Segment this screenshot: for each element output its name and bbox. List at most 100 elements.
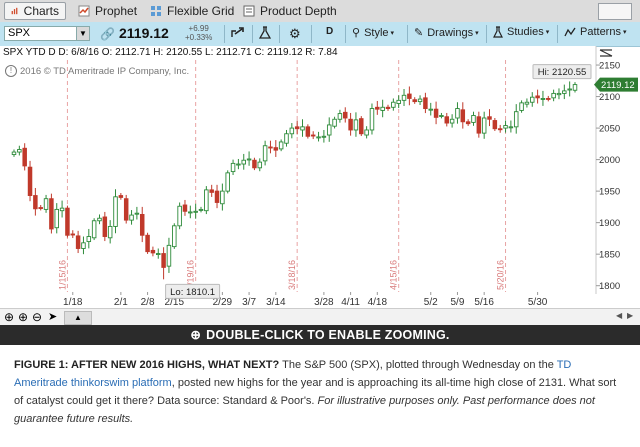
patterns-menu[interactable]: Patterns ▾ — [564, 26, 626, 38]
tab-charts[interactable]: Charts — [4, 2, 66, 20]
zoom-in-icon[interactable]: ⊕ — [18, 310, 28, 324]
toolbar-divider — [311, 25, 312, 43]
net-change: +6.99 — [188, 24, 209, 33]
candle-up — [204, 189, 209, 212]
last-price: 2119.12 — [119, 25, 169, 41]
price-axis-scale-icon[interactable] — [599, 49, 613, 57]
candle-down — [423, 97, 428, 109]
style-label: Style — [364, 26, 389, 39]
caption-text-1: The S&P 500 (SPX), plotted through Wedne… — [279, 359, 557, 371]
tab-label: Product Depth — [260, 4, 337, 18]
candle-down — [102, 216, 108, 237]
candle-down — [209, 189, 214, 193]
candle-up — [113, 196, 118, 227]
studies-flask-icon — [493, 26, 503, 38]
candle-up — [129, 214, 134, 221]
candle-down — [294, 126, 300, 130]
layout-dropdown[interactable] — [598, 3, 632, 20]
event-date-label: 4/15/16 — [389, 260, 399, 290]
low-label-text: Lo: 1810.1 — [170, 287, 215, 298]
candle-down — [412, 99, 417, 103]
flask-button[interactable] — [259, 26, 271, 39]
candle-up — [380, 106, 385, 111]
candle-down — [465, 121, 471, 125]
candle-down — [182, 204, 188, 212]
settings-button[interactable]: ⚙ — [289, 26, 301, 42]
candle-up — [508, 126, 514, 129]
candle-down — [407, 93, 412, 99]
depth-icon — [243, 5, 255, 17]
candle-up — [540, 98, 546, 100]
price-chart[interactable]: 1/15/16 2/19/16 3/18/16 4/15/16 5/20/16 1800… — [0, 46, 640, 308]
candle-up — [284, 133, 289, 144]
link-icon[interactable]: 🔗 — [100, 27, 115, 41]
zoom-hint-text: DOUBLE-CLICK TO ENABLE ZOOMING. — [206, 328, 450, 342]
style-menu[interactable]: ⚲ Style ▾ — [352, 26, 395, 40]
collapse-button[interactable]: ▲ — [64, 311, 92, 325]
chevron-down-icon: ▾ — [390, 29, 395, 37]
scroll-right-icon[interactable]: ▶ — [627, 311, 633, 320]
toolbar-divider — [557, 25, 558, 43]
drawings-menu[interactable]: ✎ Drawings ▾ — [414, 26, 479, 40]
candle-up — [257, 161, 263, 169]
candle-up — [43, 198, 49, 210]
candle-up — [225, 172, 230, 192]
candle-up — [396, 99, 401, 104]
x-tick-label: 5/2 — [424, 297, 438, 308]
candle-down — [27, 166, 33, 196]
share-icon — [231, 27, 244, 37]
candle-up — [172, 225, 177, 248]
toolbar-divider — [486, 25, 487, 43]
candle-up — [513, 111, 519, 128]
candle-down — [348, 118, 353, 131]
chart-area[interactable]: 1/15/16 2/19/16 3/18/16 4/15/16 5/20/16 1800… — [0, 46, 640, 308]
candle-up — [54, 208, 59, 229]
y-tick-label: 1850 — [599, 250, 620, 261]
candle-down — [476, 116, 482, 134]
candle-up — [166, 244, 172, 267]
candle-down — [433, 108, 439, 118]
candle-down — [252, 159, 257, 169]
price-change: +6.99 +0.33% — [185, 24, 212, 42]
tab-product-depth[interactable]: Product Depth — [237, 2, 343, 20]
pan-icon[interactable]: ⊕ — [4, 310, 14, 324]
last-price-tag-text: 2119.12 — [601, 80, 635, 91]
candle-down — [273, 147, 279, 151]
tab-prophet[interactable]: Prophet — [72, 2, 143, 20]
period-button[interactable]: D — [326, 26, 333, 37]
copyright-notice: ! 2016 © TD Ameritrade IP Company, Inc. — [5, 65, 189, 77]
studies-menu[interactable]: Studies ▾ — [493, 26, 549, 38]
candle-down — [214, 190, 220, 203]
flask-icon — [259, 26, 271, 39]
candle-up — [353, 119, 359, 131]
symbol-dropdown-button[interactable]: ▼ — [76, 26, 90, 41]
candle-up — [551, 92, 556, 99]
candle-down — [118, 195, 124, 198]
candle-up — [321, 135, 327, 138]
share-button[interactable] — [231, 26, 245, 38]
zoom-magnifier-icon: ⊕ — [190, 328, 202, 342]
style-icon: ⚲ — [352, 27, 361, 39]
x-tick-label: 2/8 — [141, 297, 155, 308]
candle-up — [471, 115, 476, 123]
tab-flexible-grid[interactable]: Flexible Grid — [144, 2, 240, 20]
x-tick-label: 5/9 — [451, 297, 465, 308]
candle-down — [33, 195, 38, 210]
scroll-left-icon[interactable]: ◀ — [616, 311, 622, 320]
high-label: Hi: 2120.55 — [532, 64, 592, 80]
copyright-text: 2016 © TD Ameritrade IP Company, Inc. — [20, 65, 190, 77]
zoom-out-icon[interactable]: ⊖ — [32, 310, 42, 324]
candle-up — [326, 124, 332, 136]
grid-icon — [151, 6, 161, 16]
candle-up — [262, 145, 268, 162]
candle-down — [497, 128, 503, 131]
candle-up — [198, 208, 204, 211]
toolbar-divider — [407, 25, 408, 43]
x-tick-label: 3/7 — [242, 297, 256, 308]
candle-up — [449, 118, 455, 124]
candle-up — [246, 158, 252, 161]
candle-down — [385, 106, 391, 109]
zoom-hint-bar[interactable]: ⊕ DOUBLE-CLICK TO ENABLE ZOOMING. — [0, 325, 640, 345]
candle-down — [75, 235, 81, 249]
cursor-icon[interactable]: ➤ — [48, 310, 57, 323]
